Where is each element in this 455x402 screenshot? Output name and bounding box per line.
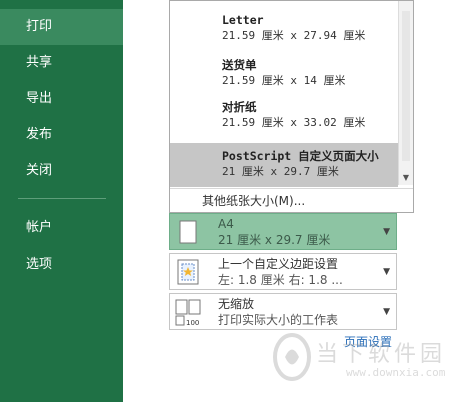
scrollbar-thumb[interactable] — [402, 11, 410, 161]
paper-size-title: A4 — [218, 217, 234, 231]
paper-icon — [179, 220, 197, 244]
nav-item-label: 发布 — [26, 127, 53, 142]
paper-option-name: 送货单 — [222, 58, 257, 72]
paper-option-name: Letter — [222, 13, 264, 27]
nav-item-close[interactable]: 关闭 — [0, 153, 123, 189]
paper-option-postscript-custom[interactable]: PostScript 自定义页面大小 21 厘米 x 29.7 厘米 — [170, 143, 398, 187]
no-scaling-icon: 100 — [175, 299, 201, 326]
nav-item-account[interactable]: 帐户 — [0, 210, 123, 246]
nav-item-print[interactable]: 打印 — [0, 9, 123, 45]
margins-icon — [177, 259, 199, 285]
backstage-sidebar: 打印 共享 导出 发布 关闭 帐户 选项 — [0, 0, 123, 402]
nav-item-label: 打印 — [26, 19, 53, 34]
paper-size-dimensions: 21 厘米 x 29.7 厘米 — [218, 233, 331, 247]
dropdown-scrollbar[interactable]: ▼ — [398, 1, 413, 185]
chevron-down-icon: ▼ — [383, 227, 390, 237]
nav-item-label: 导出 — [26, 91, 53, 106]
nav-item-label: 共享 — [26, 55, 53, 70]
paper-option-name: PostScript 自定义页面大小 — [222, 149, 379, 163]
paper-option-dimensions: 21.59 厘米 x 14 厘米 — [222, 74, 346, 87]
paper-option-letter[interactable]: Letter 21.59 厘米 x 27.94 厘米 — [170, 13, 398, 57]
nav-item-share[interactable]: 共享 — [0, 45, 123, 81]
chevron-down-icon: ▼ — [383, 267, 390, 277]
paper-option-folio[interactable]: 对折纸 21.59 厘米 x 33.02 厘米 — [170, 100, 398, 144]
margins-setting[interactable]: 上一个自定义边距设置 左: 1.8 厘米 右: 1.8 ... ▼ — [169, 253, 397, 290]
paper-option-dimensions: 21.59 厘米 x 33.02 厘米 — [222, 116, 366, 129]
scroll-down-arrow-icon[interactable]: ▼ — [399, 171, 413, 185]
paper-size-dropdown: Letter 21.59 厘米 x 27.94 厘米 送货单 21.59 厘米 … — [169, 0, 414, 213]
more-paper-sizes-item[interactable]: 其他纸张大小(M)... — [170, 188, 413, 212]
scaling-description: 打印实际大小的工作表 — [218, 313, 339, 327]
nav-item-label: 选项 — [26, 257, 53, 272]
paper-option-dimensions: 21 厘米 x 29.7 厘米 — [222, 165, 339, 178]
margins-values: 左: 1.8 厘米 右: 1.8 ... — [218, 273, 343, 287]
paper-option-dimensions: 21.59 厘米 x 27.94 厘米 — [222, 29, 366, 42]
margins-title: 上一个自定义边距设置 — [218, 257, 339, 271]
svg-text:100: 100 — [186, 319, 199, 326]
nav-item-label: 关闭 — [26, 163, 53, 178]
paper-size-setting[interactable]: A4 21 厘米 x 29.7 厘米 ▼ — [169, 213, 397, 250]
paper-option-name: 对折纸 — [222, 100, 257, 114]
scaling-setting[interactable]: 100 无缩放 打印实际大小的工作表 ▼ — [169, 293, 397, 330]
chevron-down-icon: ▼ — [383, 307, 390, 317]
nav-divider — [18, 198, 106, 199]
scaling-title: 无缩放 — [218, 297, 255, 311]
nav-item-options[interactable]: 选项 — [0, 247, 123, 283]
nav-item-export[interactable]: 导出 — [0, 81, 123, 117]
nav-item-label: 帐户 — [26, 220, 53, 235]
nav-item-publish[interactable]: 发布 — [0, 117, 123, 153]
paper-option-delivery-note[interactable]: 送货单 21.59 厘米 x 14 厘米 — [170, 58, 398, 102]
page-setup-link[interactable]: 页面设置 — [344, 333, 392, 350]
